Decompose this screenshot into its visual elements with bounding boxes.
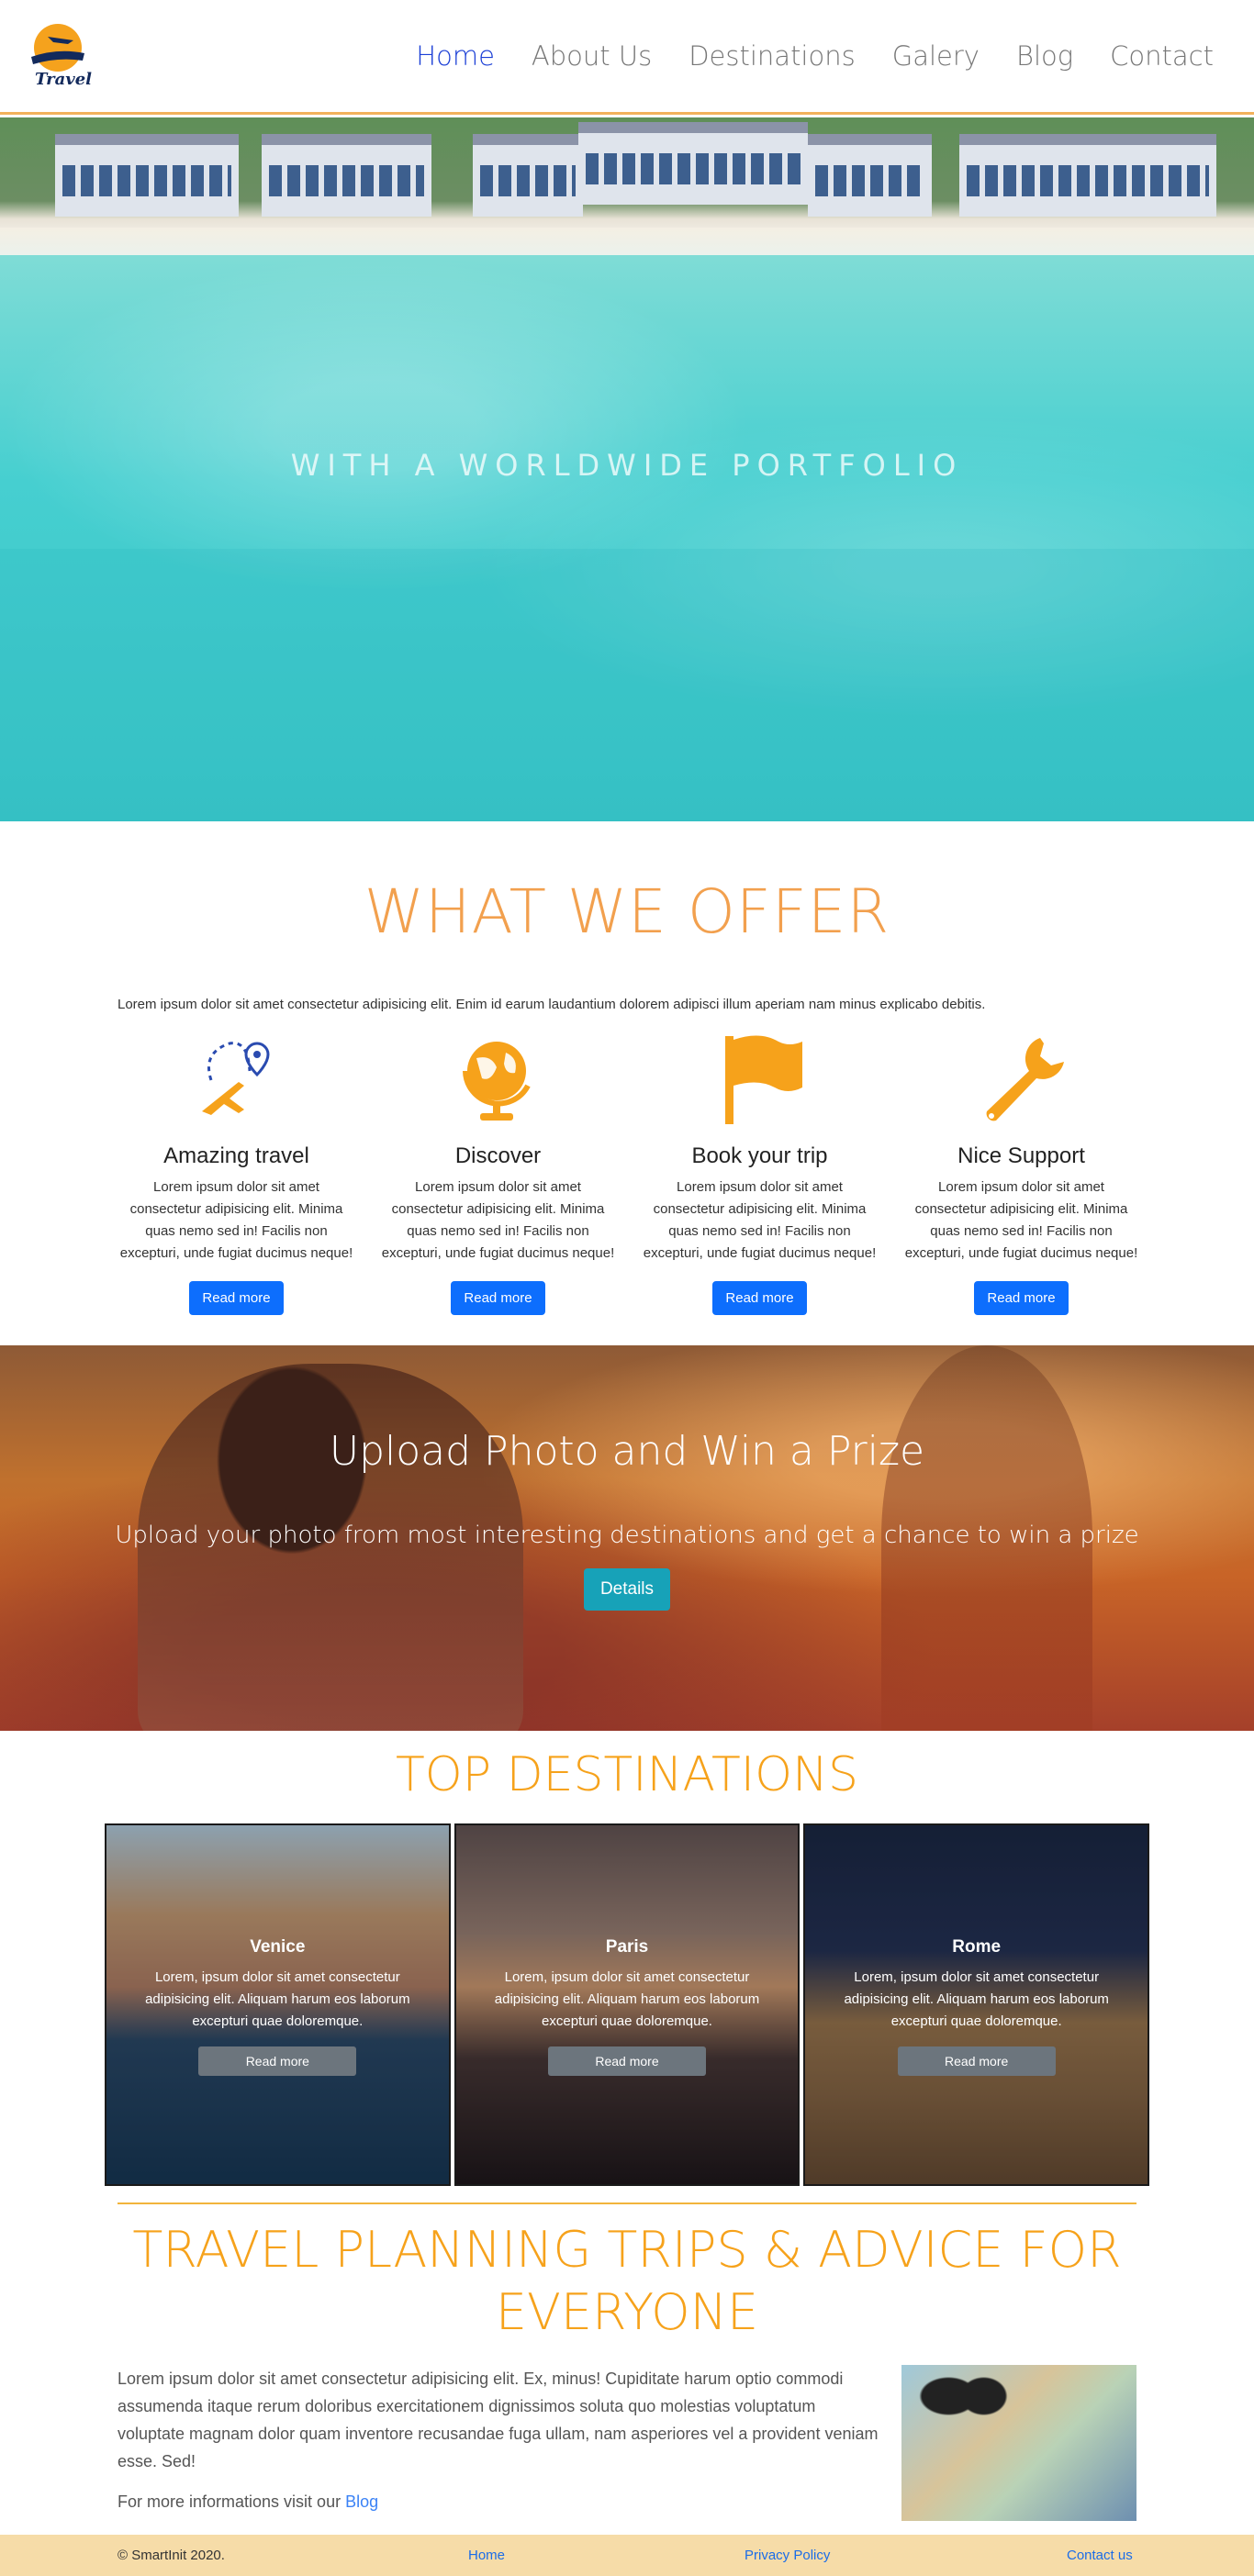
- feature-title: Nice Support: [957, 1143, 1085, 1168]
- read-more-button[interactable]: Read more: [897, 2046, 1056, 2076]
- feature-text: Lorem ipsum dolor sit amet consectetur a…: [381, 1179, 615, 1261]
- main-nav: Home About Us Destinations Galery Blog C…: [416, 40, 1214, 72]
- destinations-grid: Venice Lorem, ipsum dolor sit amet conse…: [105, 1823, 1150, 2186]
- nav-contact[interactable]: Contact: [1110, 40, 1214, 72]
- travel-map-image: [901, 2365, 1136, 2521]
- destination-text: Lorem, ipsum dolor sit amet consectetur …: [145, 1969, 410, 2029]
- nav-home[interactable]: Home: [416, 40, 495, 72]
- read-more-button[interactable]: Read more: [974, 1281, 1069, 1315]
- feature-card: Nice Support Lorem ipsum dolor sit amet …: [890, 1028, 1152, 1315]
- prize-subtitle: Upload your photo from most interesting …: [115, 1522, 1139, 1549]
- feature-text: Lorem ipsum dolor sit amet consectetur a…: [904, 1179, 1138, 1261]
- features-row: Amazing travel Lorem ipsum dolor sit ame…: [106, 1028, 1152, 1315]
- destination-text: Lorem, ipsum dolor sit amet consectetur …: [844, 1969, 1109, 2029]
- feature-card: Book your trip Lorem ipsum dolor sit ame…: [629, 1028, 890, 1315]
- destination-card-paris: Paris Lorem, ipsum dolor sit amet consec…: [453, 1823, 801, 2186]
- destinations-title: TOP DESTINATIONS: [396, 1747, 858, 1802]
- hero-tagline: WITH A WORLDWIDE PORTFOLIO: [290, 448, 964, 483]
- travel-more-prefix: For more informations visit our: [118, 2492, 341, 2511]
- feature-card: Amazing travel Lorem ipsum dolor sit ame…: [106, 1028, 367, 1315]
- destination-text: Lorem, ipsum dolor sit amet consectetur …: [494, 1969, 760, 2029]
- footer-copyright: © SmartInit 2020.: [118, 2548, 225, 2563]
- footer-privacy-link[interactable]: Privacy Policy: [745, 2548, 830, 2563]
- destination-name: Paris: [605, 1937, 649, 1957]
- details-button[interactable]: Details: [584, 1568, 670, 1611]
- read-more-button[interactable]: Read more: [548, 2046, 706, 2076]
- destination-card-venice: Venice Lorem, ipsum dolor sit amet conse…: [105, 1823, 451, 2186]
- hero-resort-image: [0, 117, 1254, 237]
- feature-title: Amazing travel: [163, 1143, 309, 1168]
- read-more-button[interactable]: Read more: [451, 1281, 545, 1315]
- read-more-button[interactable]: Read more: [189, 1281, 284, 1315]
- travel-title: TRAVEL PLANNING TRIPS & ADVICE FOR EVERY…: [132, 2221, 1122, 2341]
- travel-text: Lorem ipsum dolor sit amet consectetur a…: [118, 2370, 879, 2470]
- travel-logo[interactable]: Travel: [28, 20, 92, 92]
- travel-route-icon: [106, 1028, 367, 1129]
- wrench-icon: [890, 1028, 1152, 1129]
- offer-intro: Lorem ipsum dolor sit amet consectetur a…: [118, 997, 986, 1012]
- hero-video: WITH A WORLDWIDE PORTFOLIO: [0, 117, 1254, 821]
- feature-text: Lorem ipsum dolor sit amet consectetur a…: [643, 1179, 877, 1261]
- logo-icon: Travel: [31, 24, 92, 89]
- blog-link[interactable]: Blog: [345, 2492, 378, 2511]
- travel-more: For more informations visit our Blog: [118, 2492, 378, 2512]
- feature-title: Discover: [454, 1143, 542, 1168]
- navbar: Travel Home About Us Destinations Galery…: [0, 0, 1254, 115]
- svg-text:Travel: Travel: [35, 70, 92, 89]
- flag-icon: [629, 1028, 890, 1129]
- destination-name: Rome: [952, 1937, 1002, 1957]
- nav-destinations[interactable]: Destinations: [689, 40, 856, 72]
- feature-card: Discover Lorem ipsum dolor sit amet cons…: [367, 1028, 629, 1315]
- feature-text: Lorem ipsum dolor sit amet consectetur a…: [119, 1179, 353, 1261]
- footer-home-link[interactable]: Home: [468, 2548, 505, 2563]
- read-more-button[interactable]: Read more: [198, 2046, 357, 2076]
- footer: © SmartInit 2020. Home Privacy Policy Co…: [0, 2535, 1254, 2576]
- nav-galery[interactable]: Galery: [892, 40, 980, 72]
- destination-card-rome: Rome Lorem, ipsum dolor sit amet consect…: [803, 1823, 1150, 2186]
- prize-banner: Upload Photo and Win a Prize Upload your…: [0, 1345, 1254, 1731]
- feature-title: Book your trip: [691, 1143, 828, 1168]
- globe-icon: [367, 1028, 629, 1129]
- prize-title: Upload Photo and Win a Prize: [329, 1428, 925, 1475]
- nav-about-us[interactable]: About Us: [532, 40, 652, 72]
- footer-contact-link[interactable]: Contact us: [1067, 2548, 1133, 2563]
- read-more-button[interactable]: Read more: [712, 1281, 807, 1315]
- nav-blog[interactable]: Blog: [1016, 40, 1073, 72]
- section-divider: [118, 2202, 1136, 2204]
- destination-name: Venice: [250, 1937, 306, 1957]
- offer-title: WHAT WE OFFER: [364, 876, 890, 947]
